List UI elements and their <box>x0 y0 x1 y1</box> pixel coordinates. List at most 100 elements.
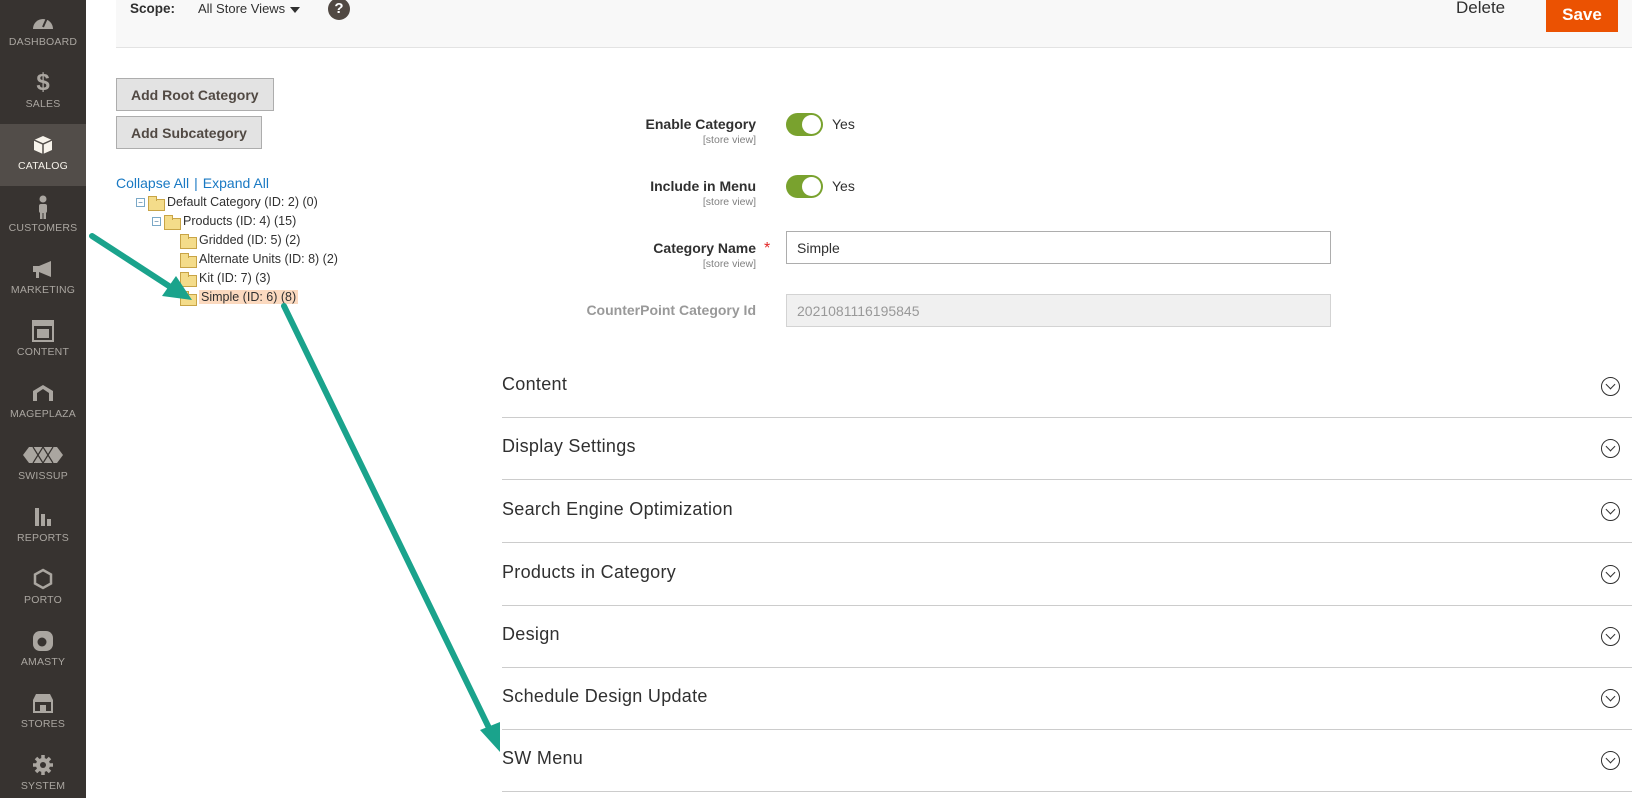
sidebar-item-customers[interactable]: CUSTOMERS <box>0 186 86 248</box>
tree-actions: Collapse All | Expand All <box>116 175 269 191</box>
tree-node-simple[interactable]: Simple (ID: 6) (8) <box>180 290 299 306</box>
sidebar-item-label: SALES <box>25 98 61 110</box>
dashboard-icon <box>0 8 86 34</box>
section-title: Display Settings <box>502 436 636 456</box>
sidebar-item-label: PORTO <box>24 594 62 606</box>
sidebar-item-label: MAGEPLAZA <box>10 408 76 420</box>
admin-sidebar: DASHBOARD $ SALES CATALOG CUSTOMERS MARK… <box>0 0 86 798</box>
field-label: CounterPoint Category Id <box>586 302 756 318</box>
chevron-down-icon[interactable] <box>1601 627 1620 646</box>
section-display-settings[interactable]: Display Settings <box>502 418 1632 480</box>
layout-icon <box>0 318 86 344</box>
sidebar-item-system[interactable]: SYSTEM <box>0 744 86 798</box>
arrow-to-simple-node <box>89 233 192 300</box>
chevron-down-icon[interactable] <box>1601 439 1620 458</box>
sidebar-item-label: MARKETING <box>10 284 76 296</box>
sidebar-item-reports[interactable]: REPORTS <box>0 496 86 558</box>
collapse-toggle-icon[interactable]: − <box>136 197 145 207</box>
sidebar-item-marketing[interactable]: MARKETING <box>0 248 86 310</box>
tree-node-gridded[interactable]: Gridded (ID: 5) (2) <box>180 233 301 249</box>
field-scope: [store view] <box>702 196 756 208</box>
collapse-toggle-icon[interactable]: − <box>152 216 161 226</box>
sidebar-item-label: DASHBOARD <box>8 36 78 48</box>
sidebar-item-stores[interactable]: STORES <box>0 682 86 744</box>
section-content[interactable]: Content <box>502 356 1632 418</box>
sidebar-item-mageplaza[interactable]: MAGEPLAZA <box>0 372 86 434</box>
section-sw-menu[interactable]: SW Menu <box>502 730 1632 792</box>
field-label: Category Name <box>653 240 756 256</box>
field-label: Include in Menu <box>650 178 756 194</box>
mageplaza-icon <box>0 380 86 406</box>
category-name-input[interactable] <box>786 231 1331 264</box>
sidebar-item-porto[interactable]: PORTO <box>0 558 86 620</box>
tree-node-label: Gridded (ID: 5) (2) <box>199 233 301 247</box>
tree-node-products[interactable]: − Products (ID: 4) (15) <box>152 214 297 230</box>
save-button[interactable]: Save <box>1546 0 1618 32</box>
chevron-down-icon[interactable] <box>1601 377 1620 396</box>
required-marker: * <box>764 240 771 257</box>
tree-node-default-category[interactable]: − Default Category (ID: 2) (0) <box>136 195 318 211</box>
section-title: Design <box>502 624 560 644</box>
sidebar-item-dashboard[interactable]: DASHBOARD <box>0 0 86 62</box>
hexagon-icon <box>0 566 86 592</box>
tree-node-kit[interactable]: Kit (ID: 7) (3) <box>180 271 271 287</box>
counterpoint-category-id-input <box>786 294 1331 327</box>
dollar-icon: $ <box>36 69 50 96</box>
chevron-down-icon[interactable] <box>1601 565 1620 584</box>
add-subcategory-button[interactable]: Add Subcategory <box>116 116 262 149</box>
chevron-down-icon[interactable] <box>290 7 300 13</box>
sidebar-item-label: REPORTS <box>17 532 69 544</box>
section-design[interactable]: Design <box>502 606 1632 668</box>
field-label: Enable Category <box>645 116 756 132</box>
sidebar-item-content[interactable]: CONTENT <box>0 310 86 372</box>
enable-category-toggle[interactable] <box>786 113 823 136</box>
sidebar-item-label: STORES <box>20 718 66 730</box>
scope-switcher[interactable]: All Store Views <box>198 1 285 16</box>
toggle-knob <box>802 115 821 134</box>
folder-icon <box>180 233 197 249</box>
tree-node-label: Products (ID: 4) (15) <box>183 214 297 228</box>
folder-icon <box>180 271 197 287</box>
help-icon[interactable]: ? <box>328 0 350 20</box>
form-row-enable-category: Enable Category [store view] <box>560 114 756 150</box>
sidebar-item-catalog[interactable]: CATALOG <box>0 124 86 186</box>
form-row-counterpoint-id: CounterPoint Category Id <box>560 302 756 322</box>
box-icon <box>0 132 86 158</box>
sidebar-item-sales[interactable]: $ SALES <box>0 62 86 124</box>
section-products-in-category[interactable]: Products in Category <box>502 544 1632 606</box>
section-title: Schedule Design Update <box>502 686 708 706</box>
link-separator: | <box>194 175 198 191</box>
sidebar-item-swissup[interactable]: SWISSUP <box>0 434 86 496</box>
delete-button[interactable]: Delete <box>1456 0 1505 18</box>
expand-all-link[interactable]: Expand All <box>203 175 269 191</box>
chevron-down-icon[interactable] <box>1601 751 1620 770</box>
amasty-icon <box>0 628 86 654</box>
folder-icon <box>180 290 197 306</box>
folder-icon <box>148 195 165 211</box>
section-title: Search Engine Optimization <box>502 499 733 519</box>
page-actions-header: Scope: All Store Views ? Delete Save <box>116 0 1632 48</box>
collapse-all-link[interactable]: Collapse All <box>116 175 189 191</box>
field-scope: [store view] <box>702 134 756 146</box>
section-schedule-design-update[interactable]: Schedule Design Update <box>502 668 1632 730</box>
sidebar-item-label: CATALOG <box>17 160 69 172</box>
tree-node-label: Alternate Units (ID: 8) (2) <box>199 252 338 266</box>
section-search-engine-optimization[interactable]: Search Engine Optimization <box>502 481 1632 543</box>
sidebar-item-label: AMASTY <box>20 656 66 668</box>
include-in-menu-toggle[interactable] <box>786 175 823 198</box>
tree-node-label: Default Category (ID: 2) (0) <box>167 195 318 209</box>
section-title: SW Menu <box>502 748 584 768</box>
sidebar-item-label: CUSTOMERS <box>8 222 78 234</box>
person-icon <box>0 194 86 220</box>
add-root-category-button[interactable]: Add Root Category <box>116 78 274 111</box>
tree-node-alternate-units[interactable]: Alternate Units (ID: 8) (2) <box>180 252 338 268</box>
sidebar-item-label: CONTENT <box>16 346 70 358</box>
field-scope: [store view] <box>702 258 756 270</box>
sidebar-item-amasty[interactable]: AMASTY <box>0 620 86 682</box>
tree-node-label: Kit (ID: 7) (3) <box>199 271 271 285</box>
chevron-down-icon[interactable] <box>1601 689 1620 708</box>
sidebar-item-label: SWISSUP <box>18 470 68 482</box>
scope-label: Scope: <box>130 1 176 16</box>
chevron-down-icon[interactable] <box>1601 502 1620 521</box>
megaphone-icon <box>0 256 86 282</box>
